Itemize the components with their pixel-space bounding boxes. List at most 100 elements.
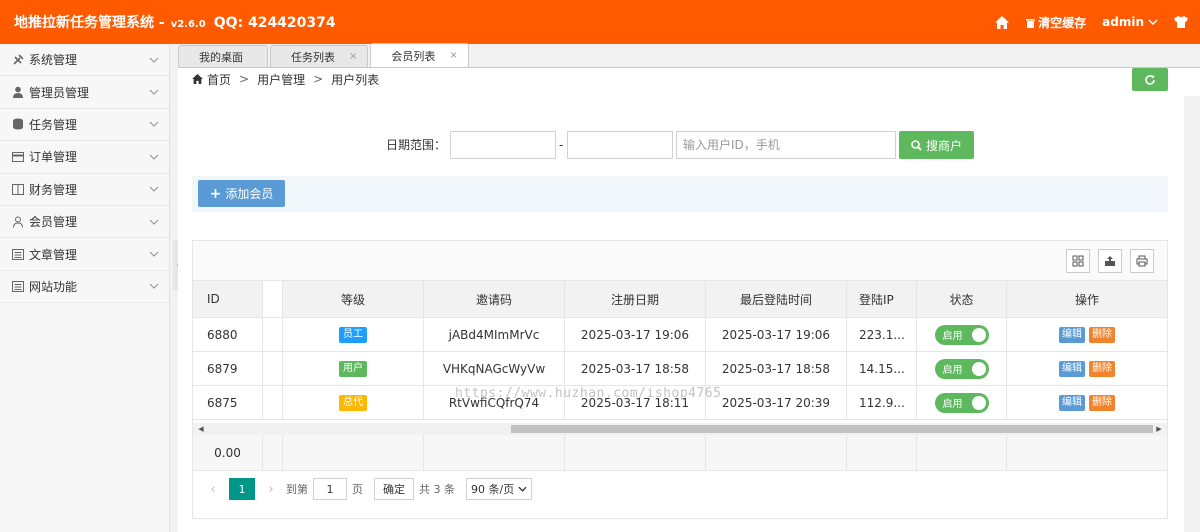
- current-page[interactable]: 1: [229, 478, 255, 500]
- column-header-status[interactable]: 状态: [917, 281, 1007, 317]
- close-icon[interactable]: ×: [335, 51, 357, 62]
- per-page-select[interactable]: 90 条/页: [466, 478, 533, 500]
- tab-bar: 我的桌面 任务列表 × 会员列表 ×: [178, 43, 1200, 68]
- refresh-icon: [1145, 74, 1155, 85]
- column-header-id[interactable]: ID: [193, 281, 263, 317]
- keyword-input[interactable]: 输入用户ID，手机: [676, 131, 896, 159]
- sidebar-item-orders[interactable]: 订单管理: [0, 141, 169, 174]
- table-row[interactable]: 6879 用户 VHKqNAGcWyVw 2025-03-17 18:58 20…: [193, 352, 1167, 386]
- cell-last-login: 2025-03-17 18:58: [706, 352, 847, 385]
- user-menu[interactable]: admin: [1102, 15, 1158, 29]
- chevron-down-icon: [149, 122, 159, 128]
- search-button-label: 搜商户: [925, 138, 962, 153]
- sidebar-item-label: 任务管理: [29, 117, 78, 132]
- page-unit-label: 页: [352, 483, 363, 496]
- column-header-actions: 操作: [1074, 292, 1099, 307]
- goto-page-input[interactable]: 1: [313, 478, 347, 500]
- refresh-button[interactable]: [1132, 68, 1168, 91]
- sidebar-item-tasks[interactable]: 任务管理: [0, 109, 169, 142]
- tab-task-list[interactable]: 任务列表 ×: [270, 45, 369, 67]
- column-filter-button[interactable]: [1066, 249, 1090, 273]
- status-toggle-label: 启用: [942, 331, 963, 342]
- status-toggle[interactable]: 启用: [934, 392, 989, 413]
- export-icon: [1105, 256, 1115, 266]
- search-icon: [911, 139, 922, 151]
- column-header-last-login[interactable]: 最后登陆时间: [706, 281, 847, 317]
- toggle-knob: [971, 361, 986, 376]
- column-spacer: [263, 352, 283, 385]
- date-separator: -: [559, 138, 564, 152]
- end-date-input[interactable]: [567, 131, 673, 159]
- status-toggle-label: 启用: [942, 365, 963, 376]
- breadcrumb-home[interactable]: 首页: [207, 71, 231, 88]
- sidebar-item-label: 网站功能: [29, 279, 78, 294]
- edit-button[interactable]: 编辑: [1059, 394, 1085, 411]
- prev-page-icon[interactable]: ‹: [203, 482, 223, 497]
- total-count: 共 3 条: [419, 483, 455, 496]
- sidebar-item-site[interactable]: 网站功能: [0, 271, 169, 304]
- sidebar-item-members[interactable]: 会员管理: [0, 206, 169, 239]
- chevron-down-icon: [149, 251, 159, 257]
- total-value: 0.00: [193, 435, 263, 470]
- cell-invite-code: RtVwfiCQfrQ74: [424, 386, 565, 419]
- breadcrumb-user-management[interactable]: 用户管理: [257, 71, 305, 88]
- scrollbar-thumb[interactable]: [511, 425, 1153, 433]
- plus-icon: +: [209, 185, 222, 202]
- delete-button[interactable]: 删除: [1089, 326, 1115, 343]
- users-icon: [12, 216, 24, 228]
- tab-member-list[interactable]: 会员列表 ×: [370, 43, 469, 67]
- total-cell: [706, 435, 847, 470]
- cell-level: 用户: [283, 352, 424, 385]
- cell-id: 6879: [193, 352, 263, 385]
- cell-status: 启用: [917, 318, 1007, 351]
- tab-label: 我的桌面: [199, 50, 243, 64]
- horizontal-scrollbar[interactable]: ◀ ▶: [193, 423, 1167, 435]
- cell-register-date: 2025-03-17 18:58: [565, 352, 706, 385]
- breadcrumb-user-list: 用户列表: [331, 72, 380, 87]
- sidebar-item-admins[interactable]: 管理员管理: [0, 76, 169, 109]
- add-member-button[interactable]: + 添加会员: [198, 180, 285, 207]
- edit-button[interactable]: 编辑: [1059, 326, 1085, 343]
- cell-level: 总代: [283, 386, 424, 419]
- scroll-right-icon[interactable]: ▶: [1153, 423, 1165, 435]
- tab-desktop[interactable]: 我的桌面: [178, 45, 268, 67]
- skin-button[interactable]: [1174, 16, 1188, 28]
- sidebar-item-articles[interactable]: 文章管理: [0, 238, 169, 271]
- edit-button[interactable]: 编辑: [1059, 360, 1085, 377]
- print-button[interactable]: [1130, 249, 1154, 273]
- table-row[interactable]: 6880 员工 jABd4MImMrVc 2025-03-17 19:06 20…: [193, 318, 1167, 352]
- sidebar: 系统管理 管理员管理 任务管理 订单管理 财务管理 会员管理 文章管理 网站功能: [0, 44, 170, 532]
- close-icon[interactable]: ×: [435, 50, 457, 61]
- sidebar-item-label: 系统管理: [29, 53, 78, 68]
- column-header-register-date[interactable]: 注册日期: [565, 281, 706, 317]
- status-toggle[interactable]: 启用: [934, 358, 989, 379]
- export-button[interactable]: [1098, 249, 1122, 273]
- table-row[interactable]: 6875 总代 RtVwfiCQfrQ74 2025-03-17 18:11 2…: [193, 386, 1167, 420]
- tab-label: 任务列表: [291, 50, 335, 64]
- database-icon: [12, 118, 24, 130]
- clear-cache-button[interactable]: 清空缓存: [1025, 14, 1086, 31]
- cell-actions: 编辑 删除: [1007, 386, 1167, 419]
- start-date-input[interactable]: [450, 131, 556, 159]
- column-spacer: [263, 386, 283, 419]
- goto-confirm-button[interactable]: 确定: [374, 478, 414, 500]
- column-header-level[interactable]: 等级: [283, 281, 424, 317]
- status-toggle[interactable]: 启用: [934, 324, 989, 345]
- total-cell: [565, 435, 706, 470]
- sidebar-item-system[interactable]: 系统管理: [0, 44, 169, 77]
- sidebar-item-finance[interactable]: 财务管理: [0, 174, 169, 206]
- search-button[interactable]: 搜商户: [899, 131, 974, 159]
- column-header-login-ip[interactable]: 登陆IP: [847, 281, 917, 317]
- chevron-down-icon: [1148, 19, 1158, 26]
- clear-cache-label: 清空缓存: [1038, 15, 1087, 30]
- app-title: 地推拉新任务管理系统 -: [14, 15, 165, 31]
- home-button[interactable]: [995, 15, 1010, 29]
- delete-button[interactable]: 删除: [1089, 394, 1115, 411]
- cell-id: 6880: [193, 318, 263, 351]
- cell-id: 6875: [193, 386, 263, 419]
- sidebar-item-label: 文章管理: [29, 247, 78, 262]
- column-header-invite-code[interactable]: 邀请码: [424, 281, 565, 317]
- scroll-left-icon[interactable]: ◀: [195, 423, 207, 435]
- delete-button[interactable]: 删除: [1089, 360, 1115, 377]
- next-page-icon[interactable]: ›: [261, 482, 281, 497]
